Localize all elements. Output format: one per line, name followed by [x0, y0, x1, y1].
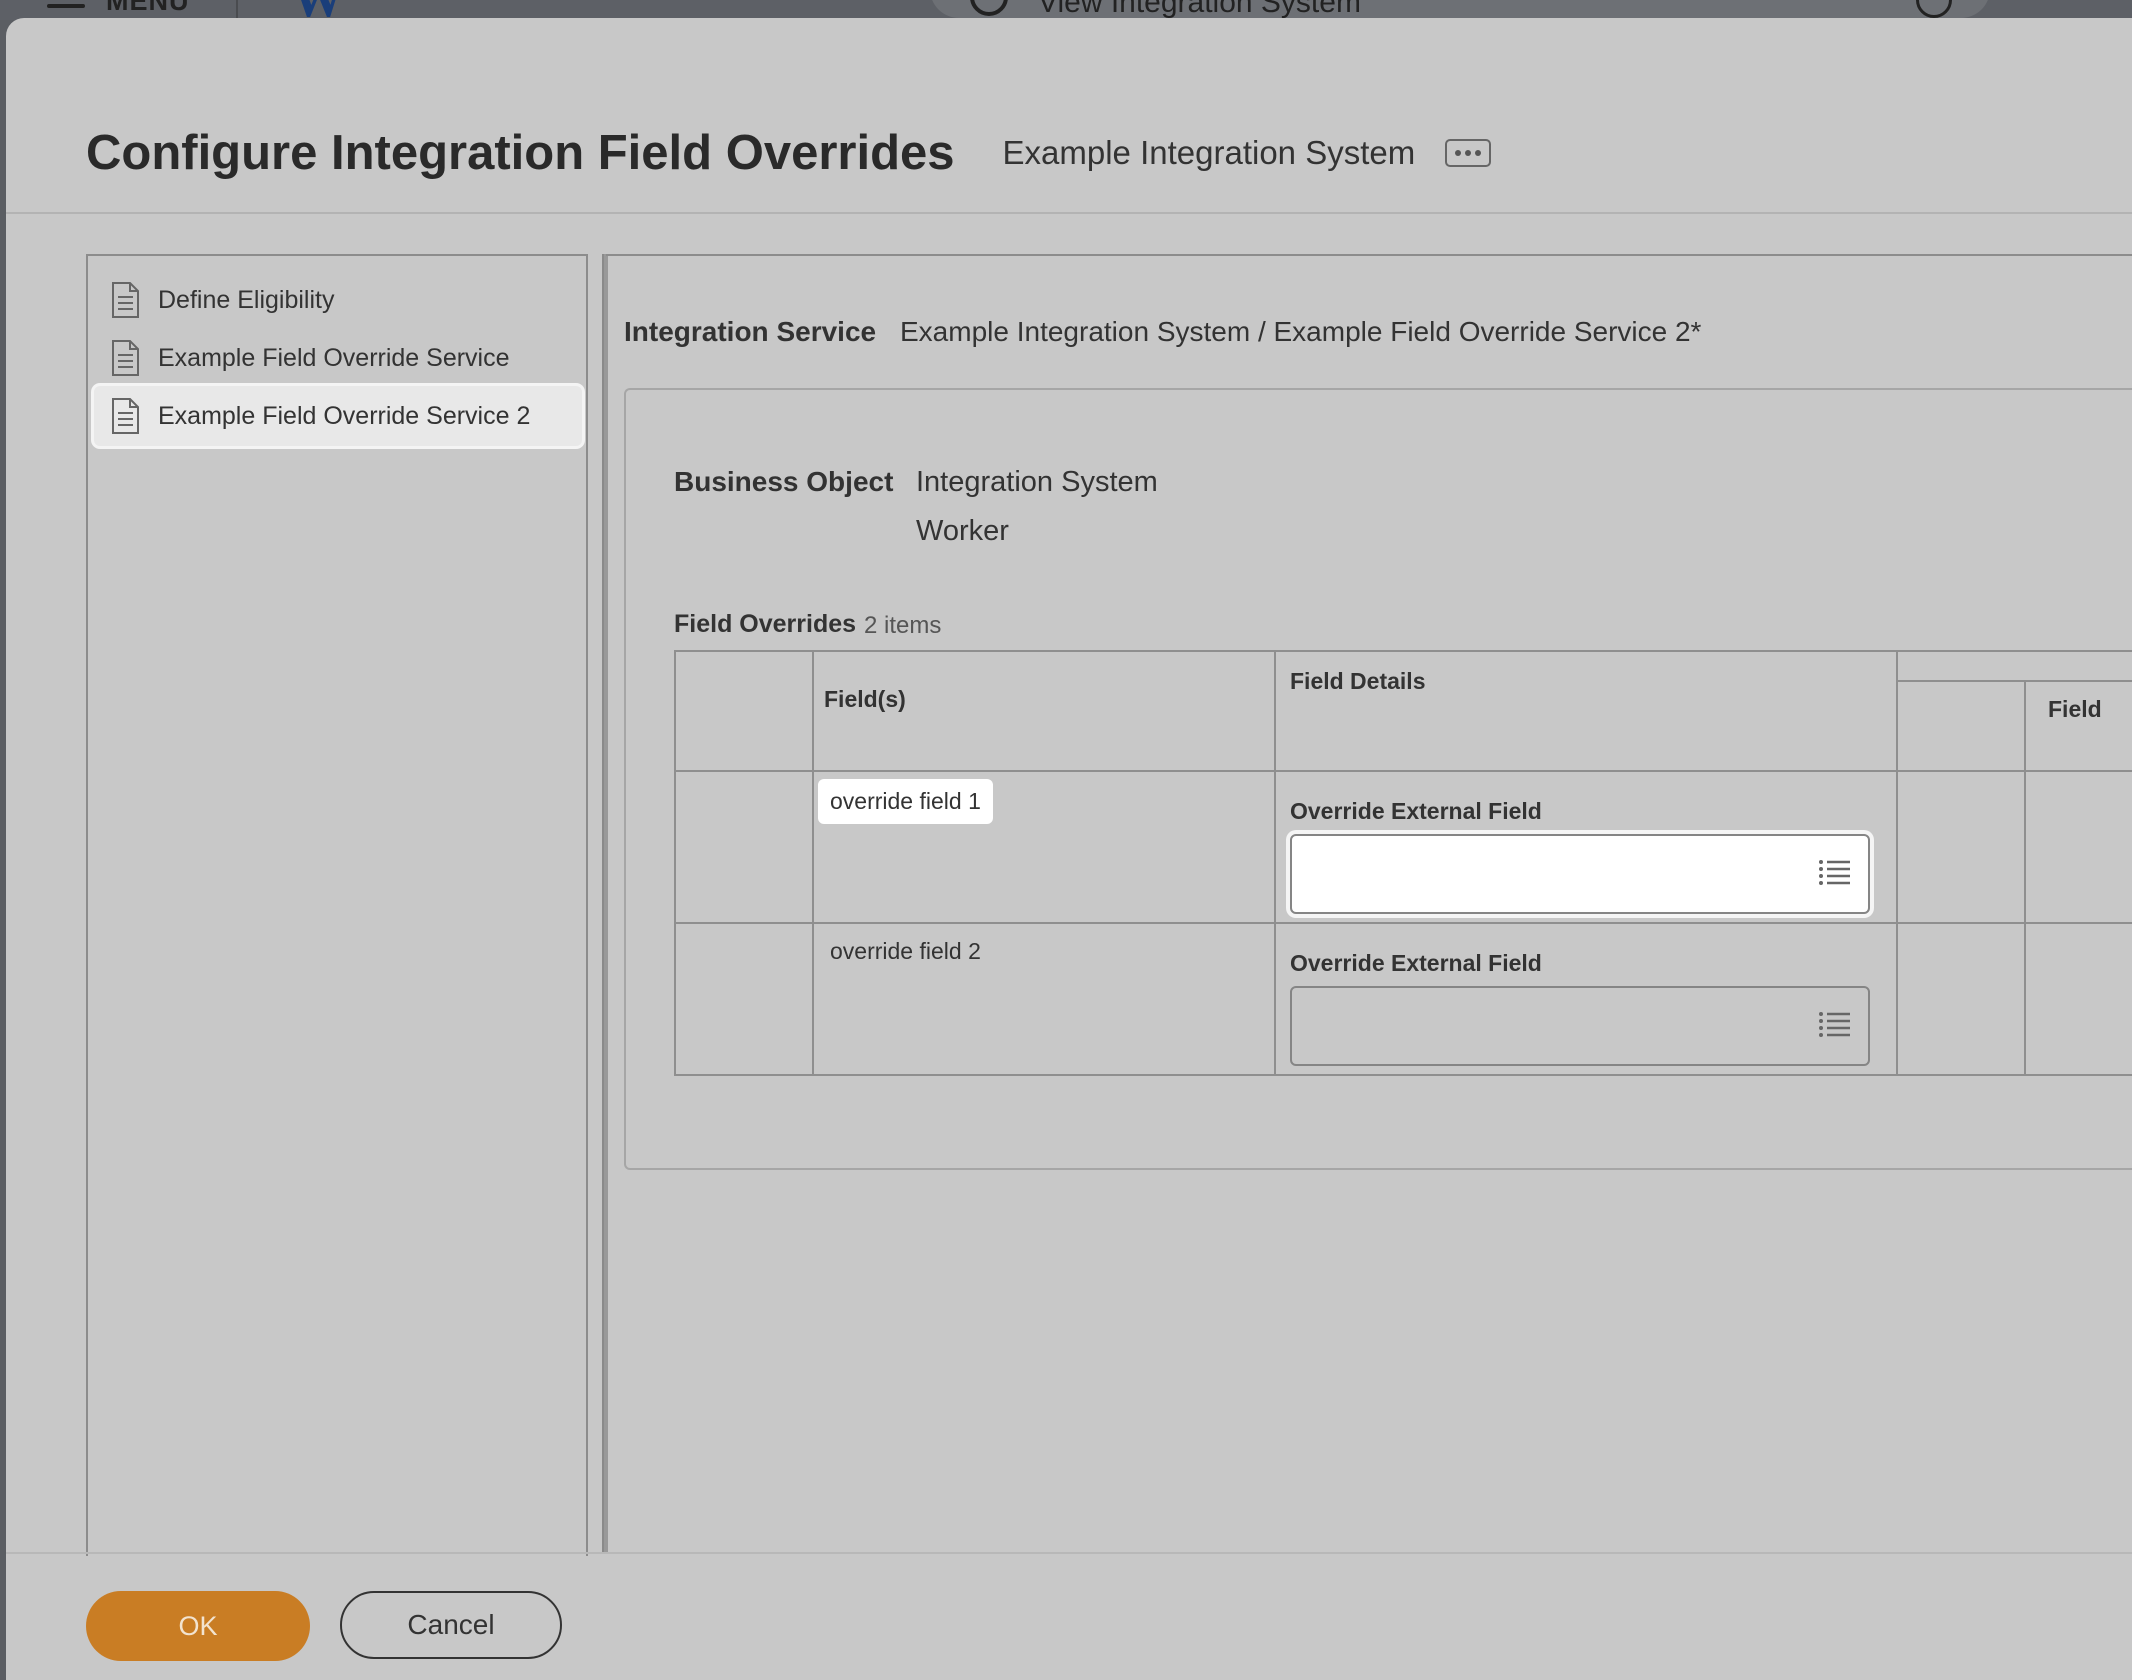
sidebar-item-example-field-override-service[interactable]: Example Field Override Service	[94, 328, 582, 388]
more-dot	[1475, 150, 1482, 156]
sidebar-item-example-field-override-service-2[interactable]: Example Field Override Service 2	[94, 386, 582, 446]
business-object-label: Business Object	[674, 466, 894, 497]
column-header-field[interactable]: Field	[2048, 696, 2102, 723]
column-divider	[812, 652, 814, 1074]
document-icon	[112, 340, 139, 376]
sidebar-item-label: Example Field Override Service	[158, 343, 510, 372]
content-left-border	[602, 254, 608, 1554]
header-row-divider	[676, 770, 2132, 772]
business-object-value: Integration System	[916, 466, 1158, 498]
content-top-border	[606, 254, 2132, 256]
hamburger-menu-icon[interactable]	[47, 0, 85, 14]
override-external-field-input[interactable]	[1290, 986, 1870, 1066]
workday-logo[interactable]: W	[292, 0, 344, 20]
table-row-field-name: override field 1	[818, 779, 993, 824]
row-divider	[676, 922, 2132, 924]
topbar-divider	[236, 0, 238, 20]
group-header-divider	[1896, 680, 2132, 682]
menu-label[interactable]: MENU	[106, 0, 190, 17]
override-external-field-input[interactable]	[1290, 834, 1870, 914]
cancel-button[interactable]: Cancel	[340, 1591, 562, 1659]
search-query-text[interactable]: View Integration System	[1038, 0, 1361, 20]
business-object-value: Worker	[916, 515, 1009, 547]
footer-divider	[6, 1552, 2132, 1554]
sidebar-item-label: Example Field Override Service 2	[158, 401, 531, 430]
column-divider	[1896, 652, 1898, 1074]
dialog-title: Configure Integration Field Overrides	[86, 126, 955, 180]
prompt-list-icon[interactable]	[1818, 1010, 1852, 1040]
document-icon	[112, 398, 139, 434]
sidebar-item-label: Define Eligibility	[158, 285, 335, 314]
related-actions-button[interactable]	[1445, 139, 1492, 167]
field-overrides-label: Field Overrides	[674, 610, 857, 638]
configure-overrides-dialog: Configure Integration Field Overrides Ex…	[6, 18, 2132, 1680]
document-icon	[112, 282, 139, 318]
sidebar-nav: Define Eligibility Example Field Overrid…	[86, 254, 588, 1556]
integration-service-value: Example Integration System / Example Fie…	[900, 316, 1702, 347]
override-external-field-label: Override External Field	[1290, 798, 1542, 824]
override-external-field-label: Override External Field	[1290, 950, 1542, 976]
column-header-field-details[interactable]: Field Details	[1290, 668, 1425, 695]
dialog-subtitle: Example Integration System	[1002, 134, 1416, 171]
column-header-fields[interactable]: Field(s)	[824, 686, 906, 713]
more-dot	[1465, 150, 1472, 156]
field-overrides-count: 2 items	[864, 612, 942, 639]
column-divider	[1274, 652, 1276, 1074]
ok-button[interactable]: OK	[86, 1591, 310, 1661]
column-divider	[2024, 680, 2026, 1074]
header-divider	[6, 212, 2132, 214]
prompt-list-icon[interactable]	[1818, 858, 1852, 888]
integration-service-label: Integration Service	[624, 316, 877, 347]
field-overrides-table: Field(s) Field Details Field override fi…	[674, 650, 2132, 1076]
more-dots-icon	[1455, 150, 1462, 156]
table-row-field-name: override field 2	[830, 938, 981, 964]
sidebar-item-define-eligibility[interactable]: Define Eligibility	[94, 270, 582, 330]
dialog-header: Configure Integration Field Overrides Ex…	[86, 118, 1492, 188]
app-top-bar: MENU W View Integration System	[0, 0, 2132, 20]
